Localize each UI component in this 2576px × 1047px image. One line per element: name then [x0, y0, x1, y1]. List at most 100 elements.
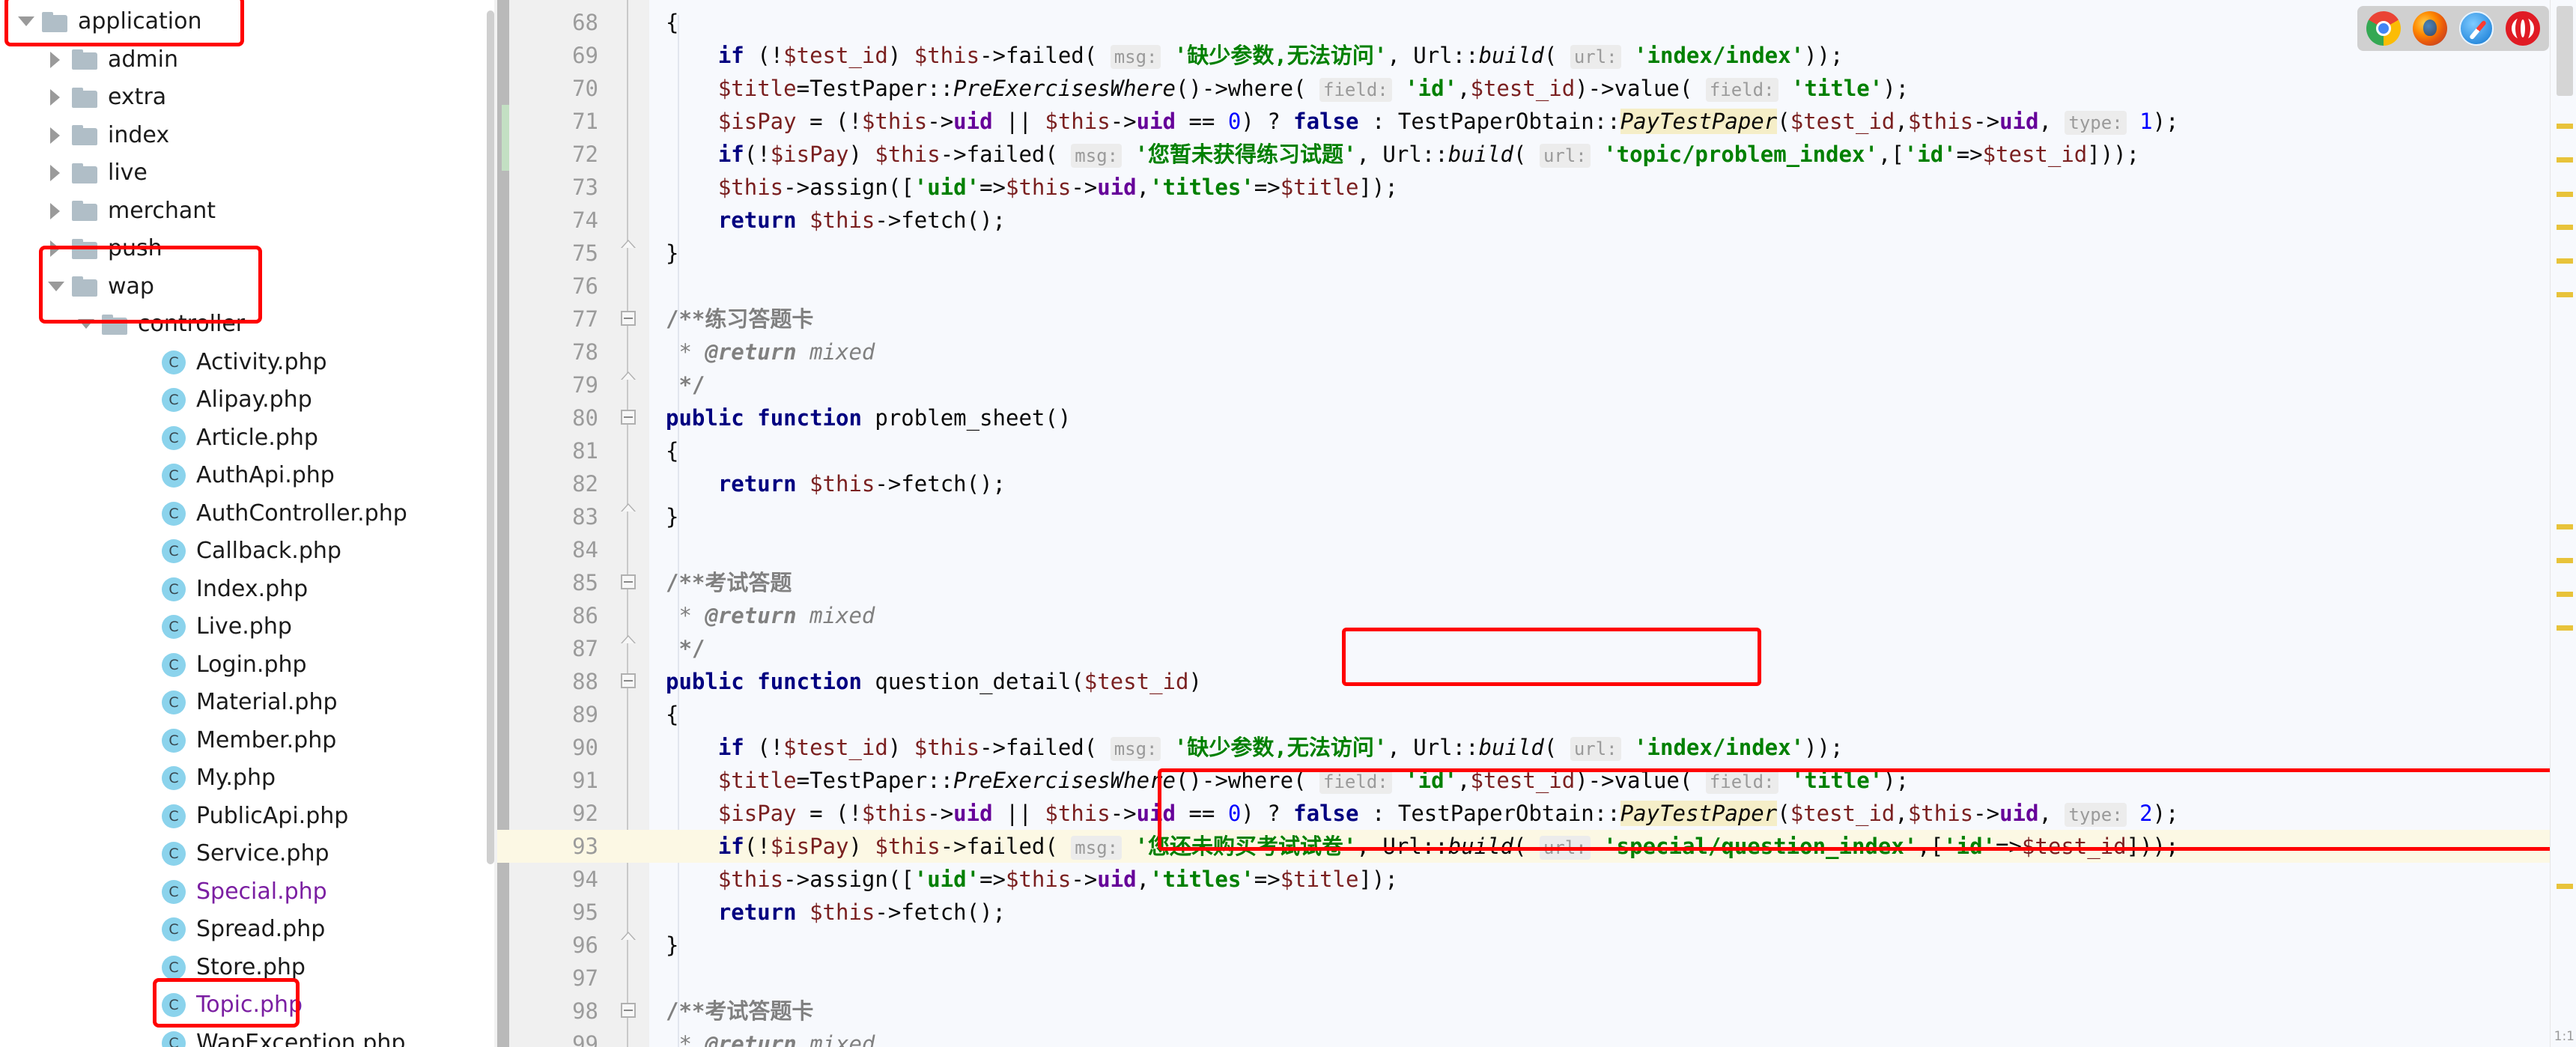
- tree-item-topic-php[interactable]: C Topic.php: [0, 986, 497, 1025]
- code-line-text[interactable]: */: [649, 368, 705, 401]
- tree-item-index[interactable]: index: [0, 117, 497, 155]
- tree-item-authcontroller-php[interactable]: C AuthController.php: [0, 495, 497, 533]
- opera-icon[interactable]: [2506, 11, 2540, 46]
- tree-item-merchant[interactable]: merchant: [0, 192, 497, 231]
- project-tree-list[interactable]: application admin extra index live merchant pu…: [0, 0, 497, 1047]
- chevron-down-icon[interactable]: [16, 12, 36, 31]
- project-tree-pane[interactable]: application admin extra index live merchant pu…: [0, 0, 497, 1047]
- tree-item-wap[interactable]: wap: [0, 268, 497, 306]
- code-line-text[interactable]: $title=TestPaper::PreExercisesWhere()->w…: [649, 764, 1909, 797]
- code-line[interactable]: 95 return $this->fetch();: [497, 896, 2576, 929]
- tree-item-login-php[interactable]: C Login.php: [0, 646, 497, 685]
- code-line-text[interactable]: if(!$isPay) $this->failed( msg: '您还未购买考试…: [649, 830, 2178, 863]
- chevron-right-icon[interactable]: [46, 239, 66, 258]
- tree-item-application[interactable]: application: [0, 3, 497, 41]
- code-line[interactable]: 78 * @return mixed: [497, 336, 2576, 368]
- code-line-text[interactable]: if (!$test_id) $this->failed( msg: '缺少参数…: [649, 39, 1843, 72]
- code-line-text[interactable]: }: [649, 929, 678, 962]
- chevron-right-icon[interactable]: [46, 163, 66, 183]
- tree-item-publicapi-php[interactable]: C PublicApi.php: [0, 798, 497, 836]
- tree-item-article-php[interactable]: C Article.php: [0, 419, 497, 458]
- code-line[interactable]: 79 */: [497, 368, 2576, 401]
- code-line[interactable]: 97: [497, 962, 2576, 995]
- warning-marker[interactable]: [2557, 225, 2573, 230]
- warning-marker[interactable]: [2557, 292, 2573, 297]
- warning-marker[interactable]: [2557, 192, 2573, 197]
- tree-item-activity-php[interactable]: C Activity.php: [0, 344, 497, 382]
- browser-preview-toolbar[interactable]: [2357, 6, 2549, 51]
- code-line-text[interactable]: return $this->fetch();: [649, 896, 1006, 929]
- code-line[interactable]: 73 $this->assign(['uid'=>$this->uid,'tit…: [497, 171, 2576, 204]
- code-line-text[interactable]: }: [649, 500, 678, 533]
- tree-item-admin[interactable]: admin: [0, 41, 497, 79]
- chrome-icon[interactable]: [2366, 11, 2401, 46]
- warning-marker[interactable]: [2557, 558, 2573, 563]
- safari-icon[interactable]: [2459, 11, 2494, 46]
- code-line-text[interactable]: $isPay = (!$this->uid || $this->uid == 0…: [649, 105, 2179, 138]
- tree-item-controller[interactable]: controller: [0, 306, 497, 344]
- code-line[interactable]: 89 {: [497, 698, 2576, 731]
- code-line[interactable]: 93 if(!$isPay) $this->failed( msg: '您还未购…: [497, 830, 2576, 863]
- chevron-down-icon[interactable]: [46, 277, 66, 297]
- code-line-text[interactable]: public function problem_sheet(): [649, 401, 1071, 434]
- code-line[interactable]: 83}: [497, 500, 2576, 533]
- code-line-text[interactable]: /**考试答题: [649, 566, 792, 599]
- code-line-text[interactable]: public function question_detail($test_id…: [649, 665, 1202, 698]
- code-line[interactable]: 92 $isPay = (!$this->uid || $this->uid =…: [497, 797, 2576, 830]
- warning-marker[interactable]: [2557, 625, 2573, 631]
- code-line[interactable]: 88 public function question_detail($test_…: [497, 665, 2576, 698]
- code-line-text[interactable]: if (!$test_id) $this->failed( msg: '缺少参数…: [649, 731, 1843, 764]
- editor-error-stripe[interactable]: 1:1: [2550, 0, 2576, 1047]
- warning-marker[interactable]: [2557, 258, 2573, 264]
- code-line[interactable]: 75}: [497, 237, 2576, 270]
- tree-item-live[interactable]: live: [0, 154, 497, 192]
- code-line-text[interactable]: $this->assign(['uid'=>$this->uid,'titles…: [649, 863, 1398, 896]
- tree-item-live-php[interactable]: C Live.php: [0, 608, 497, 646]
- warning-marker[interactable]: [2557, 592, 2573, 597]
- chevron-down-icon[interactable]: [76, 315, 96, 334]
- code-line-text[interactable]: {: [649, 434, 678, 467]
- tree-item-spread-php[interactable]: C Spread.php: [0, 911, 497, 949]
- code-line[interactable]: 77 /**练习答题卡: [497, 303, 2576, 336]
- tree-item-push[interactable]: push: [0, 230, 497, 268]
- code-line-text[interactable]: $this->assign(['uid'=>$this->uid,'titles…: [649, 171, 1398, 204]
- code-line[interactable]: 94 $this->assign(['uid'=>$this->uid,'tit…: [497, 863, 2576, 896]
- code-line[interactable]: 98 /**考试答题卡: [497, 995, 2576, 1028]
- tree-item-index-php[interactable]: C Index.php: [0, 571, 497, 609]
- code-line[interactable]: 80 public function problem_sheet(): [497, 401, 2576, 434]
- code-line-text[interactable]: * @return mixed: [649, 1028, 875, 1047]
- code-line[interactable]: 81 {: [497, 434, 2576, 467]
- code-line[interactable]: 91 $title=TestPaper::PreExercisesWhere()…: [497, 764, 2576, 797]
- code-line-text[interactable]: $title=TestPaper::PreExercisesWhere()->w…: [649, 72, 1909, 105]
- project-tree-scrollbar-thumb[interactable]: [487, 10, 494, 864]
- code-line[interactable]: 90 if (!$test_id) $this->failed( msg: '缺…: [497, 731, 2576, 764]
- tree-item-authapi-php[interactable]: C AuthApi.php: [0, 457, 497, 495]
- tree-item-extra[interactable]: extra: [0, 79, 497, 117]
- code-line[interactable]: 82 return $this->fetch();: [497, 467, 2576, 500]
- firefox-icon[interactable]: [2413, 11, 2447, 46]
- tree-item-alipay-php[interactable]: C Alipay.php: [0, 381, 497, 419]
- code-line[interactable]: 99 * @return mixed: [497, 1028, 2576, 1047]
- code-line-text[interactable]: * @return mixed: [649, 599, 875, 632]
- code-line[interactable]: 84: [497, 533, 2576, 566]
- code-line[interactable]: 69 if (!$test_id) $this->failed( msg: '缺…: [497, 39, 2576, 72]
- tree-item-service-php[interactable]: C Service.php: [0, 835, 497, 873]
- code-line-text[interactable]: return $this->fetch();: [649, 467, 1006, 500]
- editor-scrollbar-thumb[interactable]: [2557, 6, 2573, 96]
- code-line-text[interactable]: {: [649, 6, 678, 39]
- warning-marker[interactable]: [2557, 157, 2573, 163]
- code-line-text[interactable]: [649, 270, 666, 303]
- tree-item-member-php[interactable]: C Member.php: [0, 722, 497, 760]
- tree-item-my-php[interactable]: C My.php: [0, 759, 497, 798]
- code-editor[interactable]: 68 {69 if (!$test_id) $this->failed( msg:…: [497, 0, 2576, 1047]
- code-line[interactable]: 96}: [497, 929, 2576, 962]
- code-line-text[interactable]: /**考试答题卡: [649, 995, 813, 1028]
- tree-item-wapexception-php[interactable]: C WapException.php: [0, 1025, 497, 1047]
- chevron-right-icon[interactable]: [46, 50, 66, 70]
- code-line-text[interactable]: [649, 962, 666, 995]
- warning-marker[interactable]: [2557, 124, 2573, 129]
- warning-marker[interactable]: [2557, 524, 2573, 529]
- code-line-text[interactable]: * @return mixed: [649, 336, 875, 368]
- code-line-text[interactable]: [649, 533, 666, 566]
- code-line-text[interactable]: }: [649, 237, 678, 270]
